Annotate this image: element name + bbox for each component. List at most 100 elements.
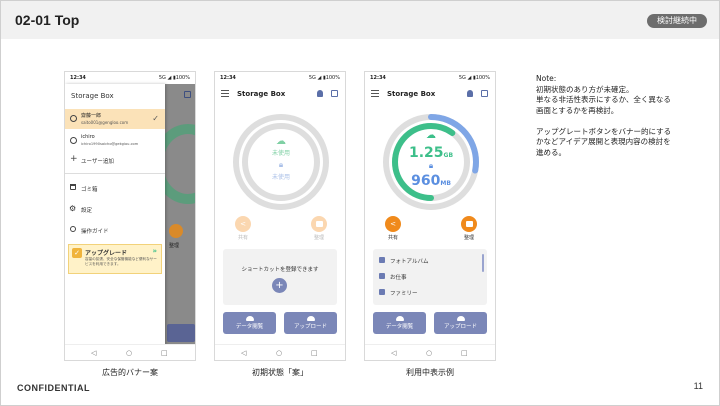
home-icon[interactable]: ○ [426, 349, 432, 357]
shortcut-empty-text: ショートカットを登録できます [241, 267, 319, 273]
app-bar: Storage Box [365, 84, 495, 104]
folder-icon [465, 221, 473, 227]
trash-label: ゴミ箱 [81, 187, 98, 193]
check-icon: ✓ [152, 114, 159, 123]
folder-icon [315, 221, 323, 227]
local-usage-value: 960MB [381, 170, 481, 189]
local-unit: MB [440, 180, 451, 187]
share-label: 共有 [237, 235, 248, 241]
page-number: 11 [693, 381, 703, 391]
calendar-icon-behind [184, 91, 191, 98]
back-icon[interactable]: ◁ [241, 349, 246, 357]
back-icon[interactable]: ◁ [91, 349, 96, 357]
home-icon[interactable]: ○ [126, 349, 132, 357]
caption-in-use: 利用中表示例 [406, 368, 454, 377]
status-badge: 検討継続中 [647, 14, 707, 28]
status-time: 12:34 [220, 75, 236, 81]
share-button[interactable]: < [385, 216, 401, 232]
scrollbar[interactable] [482, 254, 484, 272]
account-icon [70, 115, 77, 122]
cloud-icon [395, 316, 404, 321]
help-icon [70, 226, 76, 232]
local-value: 960 [411, 173, 441, 189]
status-bar: 12:34 5G ◢ ▮100% [365, 72, 495, 84]
status-signal: 5G ◢ ▮100% [308, 75, 340, 81]
photo-album-icon [379, 257, 385, 263]
drawer-item-settings[interactable]: ⚙ 設定 [65, 203, 165, 217]
status-time: 12:34 [370, 75, 386, 81]
upload-button[interactable]: アップロード [284, 312, 337, 334]
share-button[interactable]: < [235, 216, 251, 232]
organize-button[interactable] [311, 216, 327, 232]
usage-ring: ☁ 1.25GB 🔒︎ 960MB [381, 112, 481, 212]
phone-drawer-mockup: 12:34 5G ◢ ▮100% 整理 Storage Box 齋藤一郎 sai… [64, 71, 196, 361]
shortcut-label: ファミリー [390, 291, 418, 297]
add-shortcut-button[interactable]: + [272, 278, 287, 293]
phone-in-use-mockup: 12:34 5G ◢ ▮100% Storage Box ☁ 1.25GB 🔒︎… [364, 71, 496, 361]
phone-initial-mockup: 12:34 5G ◢ ▮100% Storage Box ☁ 未使用 🔒︎ 未使… [214, 71, 346, 361]
organize-label: 整理 [313, 235, 324, 241]
shortcut-item[interactable]: ファミリー [379, 287, 479, 299]
drawer-account-selected[interactable]: 齋藤一郎 saito001@gengloo.com ✓ [65, 109, 165, 129]
confidential-label: CONFIDENTIAL [17, 383, 90, 393]
app-bar: Storage Box [215, 84, 345, 104]
status-bar: 12:34 5G ◢ ▮100% [215, 72, 345, 84]
share-icon: < [240, 220, 246, 228]
trash-icon [70, 184, 76, 190]
data-view-label: データ閲覧 [385, 324, 414, 330]
system-nav-bar: ◁ ○ □ [65, 344, 195, 360]
app-title: Storage Box [237, 90, 286, 98]
drawer-add-user[interactable]: + ユーザー追加 [65, 154, 165, 168]
organize-label-behind: 整理 [169, 243, 180, 249]
data-view-label: データ閲覧 [235, 324, 264, 330]
add-user-label: ユーザー追加 [81, 159, 114, 165]
shortcut-list: フォトアルバム お仕事 ファミリー [373, 249, 487, 305]
upgrade-desc: 容量の拡張、安全な保管機能など便利なサービスを利用できます。 [85, 257, 157, 266]
system-nav-bar: ◁ ○ □ [365, 344, 495, 360]
shortcut-item[interactable]: お仕事 [379, 271, 479, 283]
share-icon: < [390, 220, 396, 228]
cloud-value: 1.25 [408, 145, 444, 161]
gear-icon: ⚙ [69, 204, 77, 213]
recent-apps-icon[interactable]: □ [461, 349, 468, 357]
work-icon [379, 273, 385, 279]
upgrade-check-icon: ✓ [72, 248, 82, 258]
note-heading: Note: [536, 74, 557, 83]
data-view-button[interactable]: データ閲覧 [373, 312, 426, 334]
upload-label: アップロード [293, 324, 327, 330]
calendar-icon[interactable] [331, 90, 338, 97]
back-icon[interactable]: ◁ [391, 349, 396, 357]
plus-icon: + [70, 154, 78, 164]
chevron-right-icon: » [152, 247, 157, 255]
upload-button[interactable]: アップロード [434, 312, 487, 334]
slide: 02-01 Top 検討継続中 12:34 5G ◢ ▮100% 整理 Stor… [0, 0, 720, 406]
account-icon [70, 137, 77, 144]
bell-icon[interactable] [317, 90, 323, 97]
drawer-account-2[interactable]: ichiro ichiro1990saicho@gekgiou.com [65, 131, 165, 151]
account2-email: ichiro1990saicho@gekgiou.com [81, 142, 139, 146]
cloud-icon: ☁ [426, 130, 436, 141]
note-paragraph-1: 初期状態のあり方が未確定。 単なる非活性表示にするか、全く異なる 画面とするかを… [536, 84, 671, 115]
recent-apps-icon[interactable]: □ [311, 349, 318, 357]
drawer-item-guide[interactable]: 操作ガイド [65, 224, 165, 238]
data-view-button[interactable]: データ閲覧 [223, 312, 276, 334]
upgrade-title: アップグレード [85, 250, 128, 257]
upgrade-banner[interactable]: ✓ アップグレード » 容量の拡張、安全な保管機能など便利なサービスを利用できま… [68, 244, 162, 274]
calendar-icon[interactable] [481, 90, 488, 97]
note-panel: Note: 初期状態のあり方が未確定。 単なる非活性表示にするか、全く異なる 画… [536, 74, 706, 169]
menu-icon[interactable] [221, 90, 229, 97]
home-icon[interactable]: ○ [276, 349, 282, 357]
slide-header: 02-01 Top 検討継続中 [1, 1, 719, 39]
upload-label: アップロード [443, 324, 477, 330]
shortcut-label: フォトアルバム [390, 259, 429, 265]
bell-icon[interactable] [467, 90, 473, 97]
drawer-item-trash[interactable]: ゴミ箱 [65, 182, 165, 196]
menu-icon[interactable] [371, 90, 379, 97]
shortcut-item[interactable]: フォトアルバム [379, 255, 479, 267]
account1-email: saito001@gengloo.com [81, 120, 129, 125]
upload-icon [306, 316, 315, 321]
organize-button[interactable] [461, 216, 477, 232]
recent-apps-icon[interactable]: □ [161, 349, 168, 357]
upload-icon [456, 316, 465, 321]
status-time: 12:34 [70, 75, 86, 81]
